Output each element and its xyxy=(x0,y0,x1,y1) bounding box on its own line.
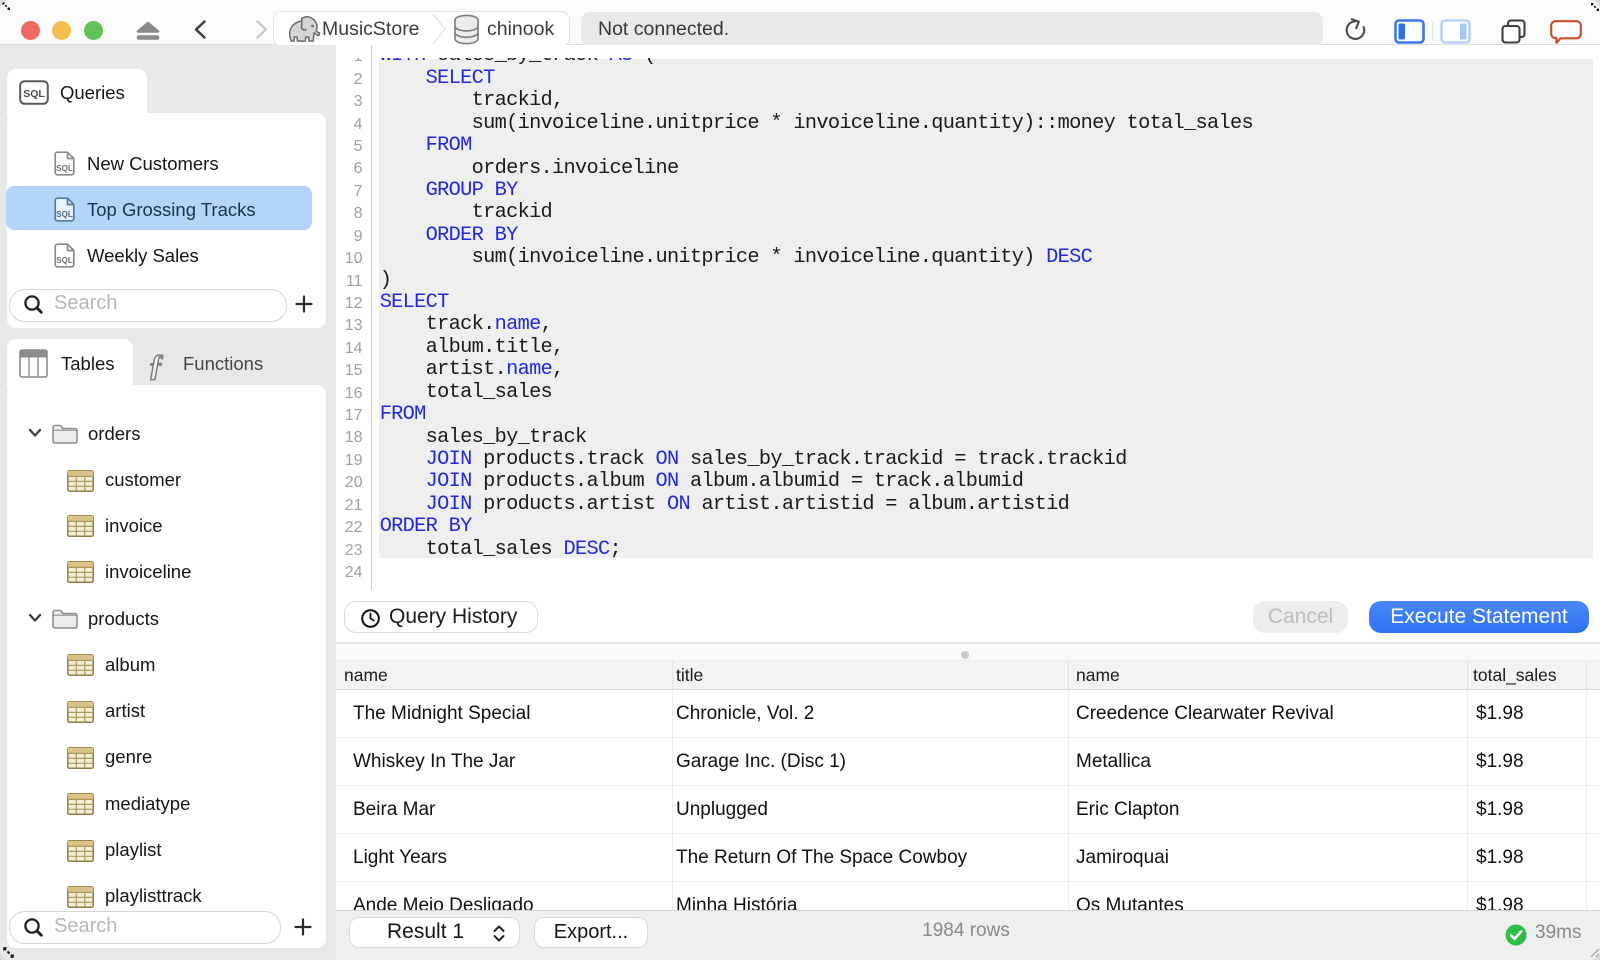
svg-text:ƒ: ƒ xyxy=(148,350,164,381)
svg-text:SQL: SQL xyxy=(23,88,45,100)
